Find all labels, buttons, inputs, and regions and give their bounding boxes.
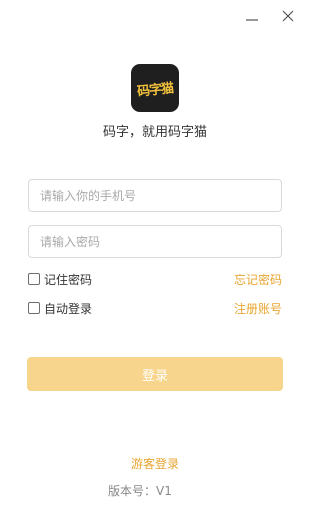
remember-checkbox-box[interactable] bbox=[28, 273, 40, 285]
login-button[interactable]: 登录 bbox=[27, 357, 283, 391]
auto-login-checkbox-box[interactable] bbox=[28, 302, 40, 314]
version-label: 版本号：V1 bbox=[108, 484, 172, 498]
guest-login-link[interactable]: 游客登录 bbox=[131, 455, 179, 472]
close-button[interactable] bbox=[277, 6, 299, 26]
app-slogan: 码字，就用码字猫 bbox=[102, 125, 207, 140]
minimize-icon bbox=[246, 19, 258, 21]
auto-login-checkbox[interactable]: 自动登录 bbox=[28, 300, 92, 317]
remember-row: 记住密码 忘记密码 bbox=[28, 271, 282, 287]
app-logo: 码字猫 bbox=[131, 64, 179, 112]
password-input[interactable] bbox=[28, 225, 282, 258]
forgot-password-link[interactable]: 忘记密码 bbox=[234, 271, 282, 288]
register-link[interactable]: 注册账号 bbox=[234, 300, 282, 317]
remember-password-label: 记住密码 bbox=[44, 272, 93, 287]
logo-text: 码字猫 bbox=[136, 80, 174, 100]
phone-input[interactable] bbox=[28, 179, 282, 212]
minimize-button[interactable] bbox=[241, 6, 263, 26]
remember-password-checkbox[interactable]: 记住密码 bbox=[28, 271, 92, 288]
close-icon bbox=[282, 10, 294, 22]
auto-login-row: 自动登录 注册账号 bbox=[28, 300, 282, 316]
auto-login-label: 自动登录 bbox=[44, 301, 93, 316]
